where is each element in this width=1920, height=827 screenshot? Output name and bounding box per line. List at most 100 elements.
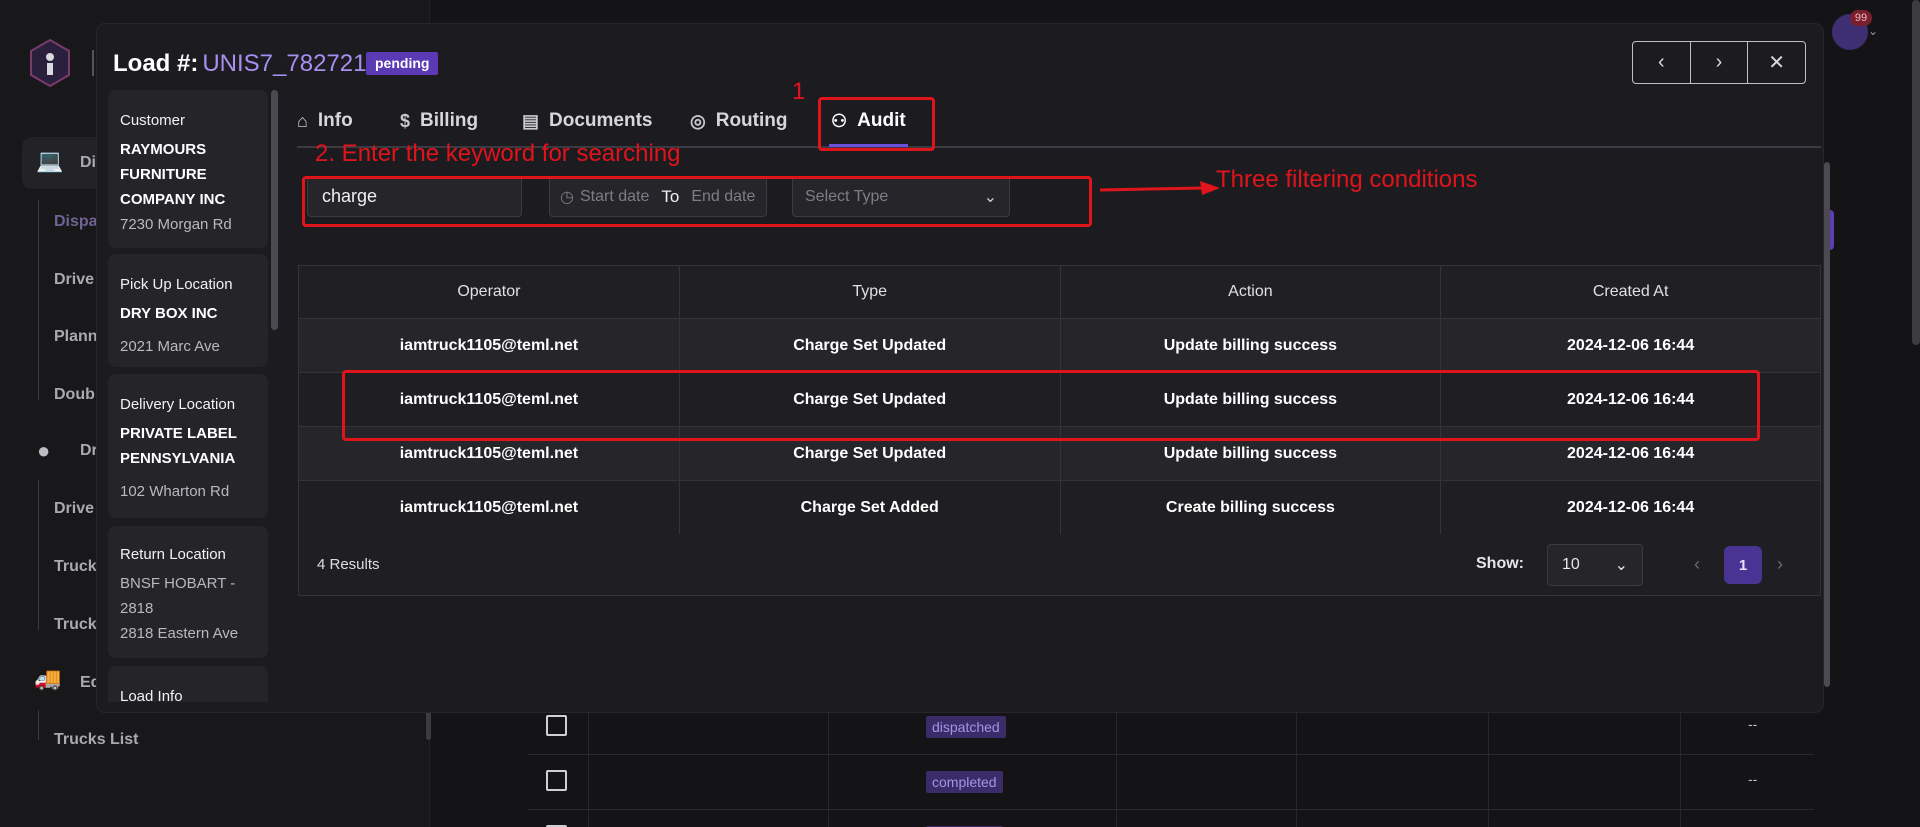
card-location: BNSF HOBART - 2818 — [120, 575, 236, 617]
nav-item-trucks-2[interactable]: Truck — [54, 616, 97, 634]
page-size-select[interactable]: 10 ⌄ — [1547, 544, 1643, 586]
customer-card: Customer RAYMOURS FURNITURE COMPANY INC … — [108, 90, 268, 248]
return-card: Return Location BNSF HOBART - 2818 2818 … — [108, 526, 268, 658]
cell-type: Charge Set Added — [678, 480, 1061, 535]
modal-title: Load #: UNIS7_782721 — [113, 50, 366, 78]
annotation-arrow-icon — [1100, 181, 1220, 195]
column-divider — [828, 700, 829, 827]
page-size-value: 10 — [1562, 556, 1580, 573]
annotation-step-2: 2. Enter the keyword for searching — [315, 140, 681, 167]
nav-item-trucks-list[interactable]: Trucks List — [54, 731, 138, 749]
nav-item-trucks-1[interactable]: Truck — [54, 558, 97, 576]
next-page-button[interactable]: › — [1777, 554, 1783, 575]
tab-label: Documents — [549, 110, 653, 131]
card-title: Load Info — [120, 688, 183, 702]
table-row: iamtruck1105@teml.net Charge Set Added C… — [298, 480, 1821, 535]
column-header-created-at: Created At — [1440, 265, 1821, 319]
page-scrollbar[interactable] — [1912, 0, 1920, 345]
modal-scrollbar[interactable] — [1824, 162, 1830, 687]
laptop-icon: 💻 — [36, 148, 64, 173]
chevron-right-icon: › — [1715, 51, 1723, 73]
pickup-card: Pick Up Location DRY BOX INC 2021 Marc A… — [108, 254, 268, 367]
table-row: iamtruck1105@teml.net Charge Set Updated… — [298, 318, 1821, 373]
modal-title-label: Load #: — [113, 50, 199, 77]
column-divider — [1116, 700, 1117, 827]
status-badge: dispatched — [926, 716, 1006, 738]
column-divider — [1488, 700, 1489, 827]
nav-item-drivers[interactable]: Drive — [54, 271, 94, 289]
nav-group-label: Di — [80, 154, 96, 171]
logo-separator — [92, 50, 94, 76]
nav-item-drivers-2[interactable]: Drive — [54, 500, 94, 518]
card-address: 2021 Marc Ave — [120, 338, 220, 355]
dollar-icon: $ — [400, 110, 411, 131]
table-row: completed -- — [528, 755, 1814, 810]
load-info-card: Load Info — [108, 666, 268, 702]
column-header-operator: Operator — [298, 265, 680, 319]
column-header-type: Type — [678, 265, 1061, 319]
chevron-left-icon: ‹ — [1658, 51, 1665, 73]
row-dash: -- — [1748, 716, 1758, 732]
tab-label: Billing — [420, 110, 479, 131]
card-name: PRIVATE LABEL PENNSYLVANIA — [120, 425, 237, 467]
card-title: Pick Up Location — [120, 276, 233, 293]
tab-billing[interactable]: $ Billing — [400, 96, 478, 146]
chevron-down-icon[interactable]: ⌄ — [1868, 24, 1878, 38]
card-name: RAYMOURS FURNITURE COMPANY INC — [120, 141, 226, 208]
prev-button[interactable]: ‹ — [1633, 42, 1691, 83]
show-label: Show: — [1476, 555, 1524, 572]
nav-group-drivers[interactable]: Dr — [80, 442, 98, 460]
tab-info[interactable]: ⌂ Info — [297, 96, 353, 146]
column-divider — [1680, 700, 1681, 827]
table-footer: 4 Results Show: 10 ⌄ ‹ 1 › — [298, 534, 1821, 596]
nav-item-double[interactable]: Doub — [54, 386, 95, 404]
row-checkbox[interactable] — [546, 770, 567, 791]
annotation-box-filters — [302, 176, 1092, 227]
app-logo-icon — [30, 38, 70, 88]
nav-item-planning[interactable]: Plann — [54, 328, 98, 346]
annotation-box-row — [342, 370, 1760, 441]
card-title: Return Location — [120, 546, 226, 563]
background-loads-table: dispatched -- completed -- completed — [528, 700, 1814, 827]
card-address: 2818 Eastern Ave — [120, 625, 239, 642]
tab-routing[interactable]: ◎ Routing — [690, 96, 787, 146]
card-address: 7230 Morgan Rd — [120, 216, 232, 233]
cell-operator: iamtruck1105@teml.net — [298, 480, 680, 535]
info-column-scrollbar[interactable] — [271, 90, 278, 330]
annotation-filters-note: Three filtering conditions — [1216, 166, 1478, 193]
load-detail-modal: Load #: UNIS7_782721 pending ‹ › ✕ Custom… — [97, 24, 1830, 712]
tree-line — [38, 200, 39, 400]
close-button[interactable]: ✕ — [1748, 42, 1805, 83]
row-checkbox[interactable] — [546, 715, 567, 736]
card-title: Customer — [120, 112, 186, 129]
crosshair-icon: ◎ — [690, 110, 706, 131]
results-count: 4 Results — [317, 556, 380, 573]
status-badge: pending — [366, 52, 439, 75]
chevron-down-icon: ⌄ — [1614, 557, 1628, 574]
annotation-step-1: 1 — [792, 78, 806, 105]
load-id: UNIS7_782721 — [202, 50, 367, 77]
card-name: DRY BOX INC — [120, 305, 218, 322]
document-icon: ▤ — [522, 110, 540, 131]
tree-line — [38, 480, 39, 630]
tree-line — [38, 710, 39, 740]
prev-page-button[interactable]: ‹ — [1694, 554, 1700, 575]
close-icon: ✕ — [1768, 52, 1786, 74]
delivery-card: Delivery Location PRIVATE LABEL PENNSYLV… — [108, 374, 268, 518]
nav-item-dispatch[interactable]: Dispa — [54, 213, 98, 231]
column-divider — [1296, 700, 1297, 827]
annotation-box-audit-tab — [818, 97, 935, 151]
status-badge: completed — [926, 771, 1003, 793]
page-1-button[interactable]: 1 — [1724, 546, 1762, 584]
next-button[interactable]: › — [1691, 42, 1749, 83]
row-dash: -- — [1748, 771, 1758, 787]
table-row: completed — [528, 810, 1814, 827]
table-header-row: Operator Type Action Created At — [298, 265, 1821, 319]
load-info-column: Customer RAYMOURS FURNITURE COMPANY INC … — [108, 90, 268, 702]
tab-label: Routing — [715, 110, 788, 131]
tab-label: Info — [317, 110, 353, 131]
card-title: Delivery Location — [120, 396, 236, 413]
cell-action: Update billing success — [1059, 318, 1442, 373]
column-header-action: Action — [1059, 265, 1442, 319]
tab-documents[interactable]: ▤ Documents — [522, 96, 652, 146]
